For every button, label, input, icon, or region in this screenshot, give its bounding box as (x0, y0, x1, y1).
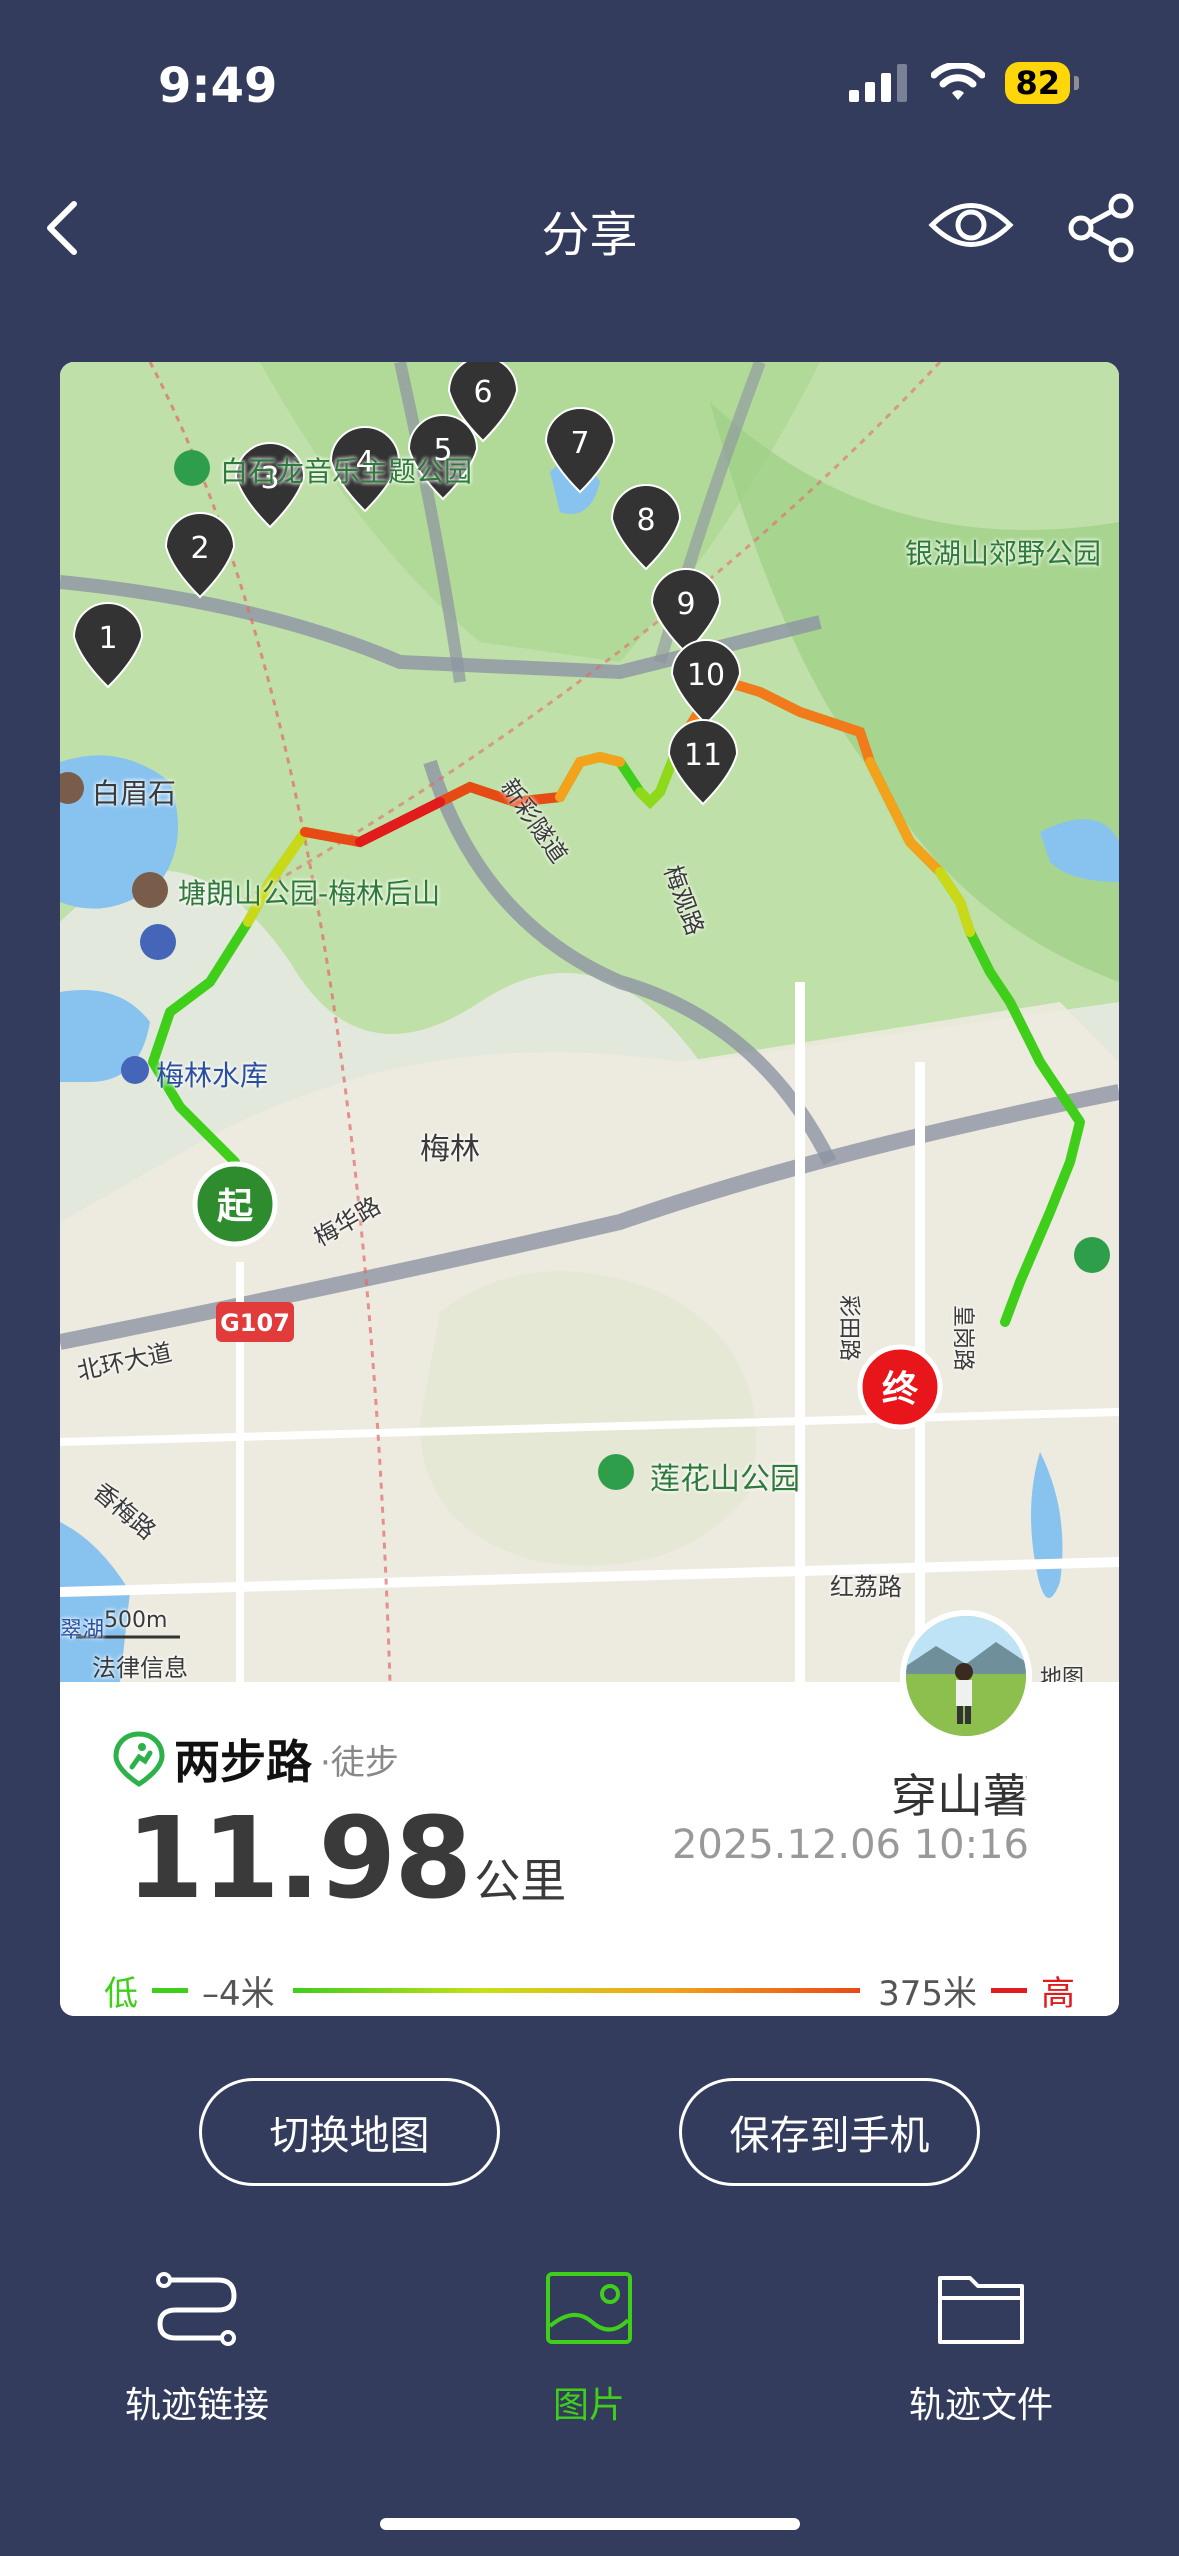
image-icon (546, 2272, 632, 2344)
start-marker: 起 (217, 1186, 254, 1227)
g107-label: G107 (220, 1309, 290, 1337)
route-link-icon (156, 2272, 237, 2346)
map-label-meilin-reservoir: 梅林水库 (156, 1059, 269, 1092)
save-to-phone-button[interactable]: 保存到手机 (679, 2078, 980, 2186)
battery-indicator: 82 (1005, 62, 1070, 104)
waypoint-label: 2 (190, 531, 209, 566)
switch-map-button[interactable]: 切换地图 (199, 2078, 500, 2186)
tab-track-link[interactable]: 轨迹链接 (87, 2268, 307, 2428)
map-label-baimeishi: 白眉石 (92, 777, 177, 810)
map-label-meilin-back-park: 塘朗山公园-梅林后山 (178, 877, 441, 910)
avatar-image (906, 1616, 1026, 1736)
legend-low-label: 低 (104, 1973, 138, 2014)
distance-value: 11.98 (126, 1794, 472, 1924)
waypoint-label: 9 (676, 587, 695, 622)
home-indicator (380, 2518, 800, 2530)
status-time: 9:49 (158, 58, 278, 114)
end-marker: 终 (882, 1369, 919, 1410)
legend-high-label: 高 (1041, 1973, 1075, 2014)
waypoint-label: 10 (687, 658, 725, 693)
track-date: 2025.12.06 10:16 (671, 1822, 1029, 1868)
legend-high-swatch (991, 1987, 1027, 1993)
map-label-yinhushan-park: 银湖山郊野公园 (905, 537, 1102, 570)
signal-icon (849, 64, 908, 102)
tab-image[interactable]: 图片 (479, 2268, 699, 2428)
track-info: 两步路 ·徒步 11.98公里 穿山薯 🐭 2025.12.06 10:16 低… (60, 1610, 1119, 2016)
map-label-honglili-road: 红荔路 (830, 1573, 902, 1601)
route-map[interactable]: G107 1 2 3 4 5 6 7 8 9 10 11 起 终 白石龙音乐主题… (60, 362, 1119, 1691)
waypoint-label: 11 (684, 738, 722, 773)
preview-button[interactable] (928, 190, 1014, 260)
liangbulu-logo-icon (113, 1731, 165, 1787)
legend-low-swatch (152, 1987, 188, 1993)
share-icon (1068, 193, 1134, 263)
avatar (900, 1610, 1032, 1742)
share-button[interactable] (1065, 192, 1137, 264)
wifi-icon (931, 63, 986, 100)
elevation-legend: 低 –4米 375米 高 (104, 1970, 1075, 2014)
map-label-baishilong-park: 白石龙音乐主题公园 (220, 455, 473, 488)
legend-high-value: 375米 (878, 1973, 977, 2014)
brand: 两步路 ·徒步 (112, 1726, 399, 1792)
map-label-lake-edge: 翠湖 (60, 1618, 105, 1643)
waypoint-label: 6 (473, 375, 492, 410)
activity-type: ·徒步 (320, 1742, 399, 1783)
eye-icon (928, 203, 1014, 247)
map-label-huanggang-road: 皇岗路 (950, 1304, 976, 1372)
share-card: G107 1 2 3 4 5 6 7 8 9 10 11 起 终 白石龙音乐主题… (60, 362, 1119, 2016)
brand-name: 两步路 (174, 1735, 312, 1789)
battery-tip (1074, 76, 1079, 90)
distance: 11.98公里 (126, 1794, 566, 1924)
tab-track-file[interactable]: 轨迹文件 (871, 2268, 1091, 2428)
waypoint-label: 1 (98, 621, 117, 656)
waypoint-label: 7 (570, 426, 589, 461)
map-scale: 500m (104, 1608, 168, 1633)
user-name: 穿山薯 (891, 1769, 1029, 1823)
map-label-meilin: 梅林 (420, 1132, 480, 1167)
map-label-caitian-road: 彩田路 (836, 1294, 862, 1362)
legend-low-value: –4米 (202, 1973, 275, 2014)
map-legal-link[interactable]: 法律信息 (92, 1648, 188, 1683)
legend-gradient-bar (292, 1987, 861, 1993)
distance-unit: 公里 (474, 1854, 567, 1908)
tab-track-link-label: 轨迹链接 (124, 2385, 269, 2426)
chevron-left-icon (47, 201, 77, 255)
user-emoji: 🐭 (1018, 1754, 1069, 1810)
waypoint-label: 8 (636, 503, 655, 538)
tab-track-file-label: 轨迹文件 (908, 2385, 1053, 2426)
status-icons: 82 (849, 62, 1079, 104)
tab-image-label: 图片 (552, 2385, 625, 2426)
folder-icon (938, 2276, 1024, 2344)
map-label-lianhuashan-park: 莲花山公园 (650, 1462, 800, 1497)
back-button[interactable] (40, 192, 90, 262)
